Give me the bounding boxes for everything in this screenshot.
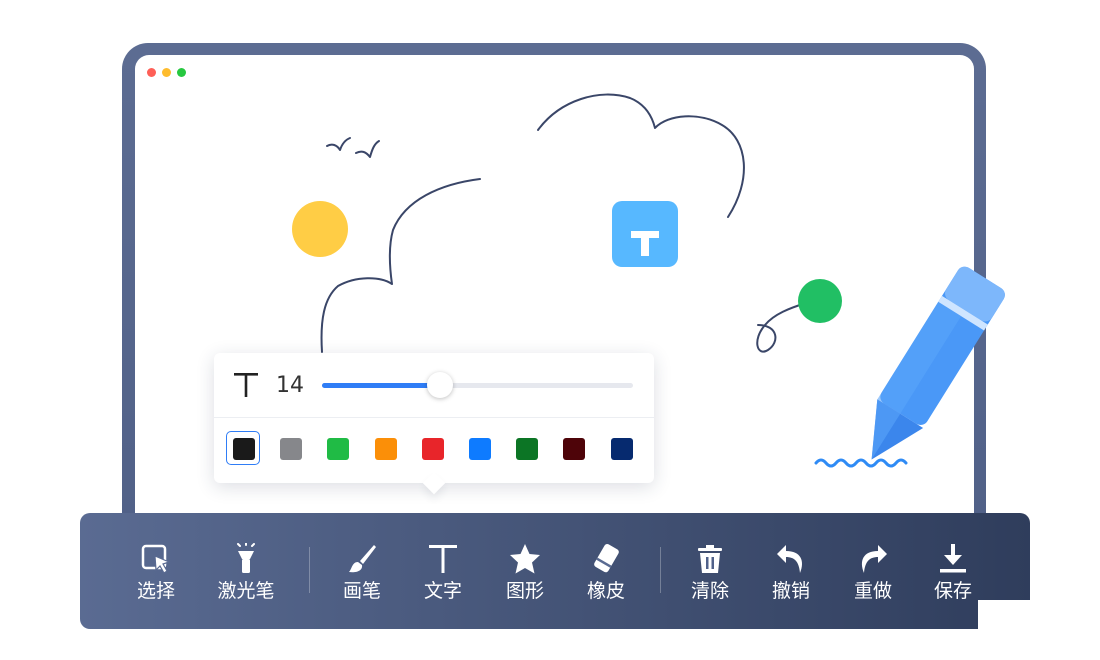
watermark-area xyxy=(978,600,1100,660)
color-swatch-green[interactable] xyxy=(320,431,354,465)
color-swatch-blue[interactable] xyxy=(462,431,496,465)
cursor-select-icon xyxy=(141,544,171,574)
tool-text[interactable]: 文字 xyxy=(403,543,483,613)
tool-redo[interactable]: 重做 xyxy=(833,543,913,613)
eraser-icon xyxy=(594,543,619,573)
toolbar-divider xyxy=(660,547,661,593)
redo-icon xyxy=(861,545,887,573)
brush-icon xyxy=(349,545,376,573)
color-chip xyxy=(233,438,255,460)
popover-divider xyxy=(214,417,654,418)
color-swatch-gray[interactable] xyxy=(273,431,307,465)
tool-clear[interactable]: 清除 xyxy=(670,543,750,613)
tool-eraser[interactable]: 橡皮 xyxy=(566,543,646,613)
tool-label: 画笔 xyxy=(342,580,381,602)
color-chip xyxy=(421,438,444,460)
toolbar-divider xyxy=(309,547,310,593)
tool-label: 清除 xyxy=(690,580,729,602)
color-swatch-navy[interactable] xyxy=(604,431,638,465)
cloud-stroke xyxy=(537,93,745,218)
color-chip xyxy=(563,438,586,460)
color-swatch-orange[interactable] xyxy=(368,431,402,465)
color-chip xyxy=(469,438,491,460)
bird-2-stroke xyxy=(355,140,380,158)
color-swatch-maroon[interactable] xyxy=(556,431,590,465)
tool-label: 撤销 xyxy=(771,580,810,602)
color-swatch-dark-green[interactable] xyxy=(509,431,543,465)
text-settings-popover: 14 xyxy=(214,353,654,483)
star-icon xyxy=(510,544,540,574)
text-T-icon xyxy=(234,373,258,397)
tool-label: 激光笔 xyxy=(217,580,275,602)
color-chip xyxy=(374,438,397,460)
loop-stroke xyxy=(756,302,807,353)
tool-label: 橡皮 xyxy=(586,580,625,602)
undo-icon xyxy=(777,545,803,573)
sun-circle xyxy=(292,201,348,257)
tool-label: 图形 xyxy=(505,580,544,602)
tool-undo[interactable]: 撤销 xyxy=(751,543,831,613)
download-icon xyxy=(940,544,966,573)
pencil-illustration xyxy=(814,266,1005,468)
laser-pointer-icon xyxy=(237,543,255,573)
slider-handle[interactable] xyxy=(427,372,454,398)
bottom-toolbar: 选择 激光笔 画笔 文字 图形 橡皮 清除 撤销 重做 保存 xyxy=(80,513,1030,629)
text-T-icon xyxy=(429,545,457,573)
tool-brush[interactable]: 画笔 xyxy=(322,543,402,613)
bird-1-stroke xyxy=(326,137,351,151)
tool-select[interactable]: 选择 xyxy=(116,543,196,613)
color-swatch-red[interactable] xyxy=(415,431,449,465)
color-swatches xyxy=(226,431,646,471)
text-tile[interactable] xyxy=(612,201,678,267)
tool-label: 文字 xyxy=(423,580,462,602)
tool-label: 保存 xyxy=(933,580,972,602)
font-size-slider[interactable] xyxy=(322,372,633,398)
cloud-left-stroke xyxy=(320,178,481,353)
text-tile-icon xyxy=(631,231,659,256)
trash-icon xyxy=(698,545,722,573)
tool-label: 选择 xyxy=(136,580,175,602)
color-chip xyxy=(327,438,350,460)
color-chip xyxy=(280,438,303,460)
slider-fill xyxy=(322,383,441,388)
font-size-value: 14 xyxy=(276,373,304,398)
tool-label: 重做 xyxy=(853,580,892,602)
color-swatch-black[interactable] xyxy=(226,431,260,465)
tool-shape[interactable]: 图形 xyxy=(485,543,565,613)
color-chip xyxy=(610,438,633,460)
tool-laser[interactable]: 激光笔 xyxy=(206,543,286,613)
color-chip xyxy=(516,438,539,460)
